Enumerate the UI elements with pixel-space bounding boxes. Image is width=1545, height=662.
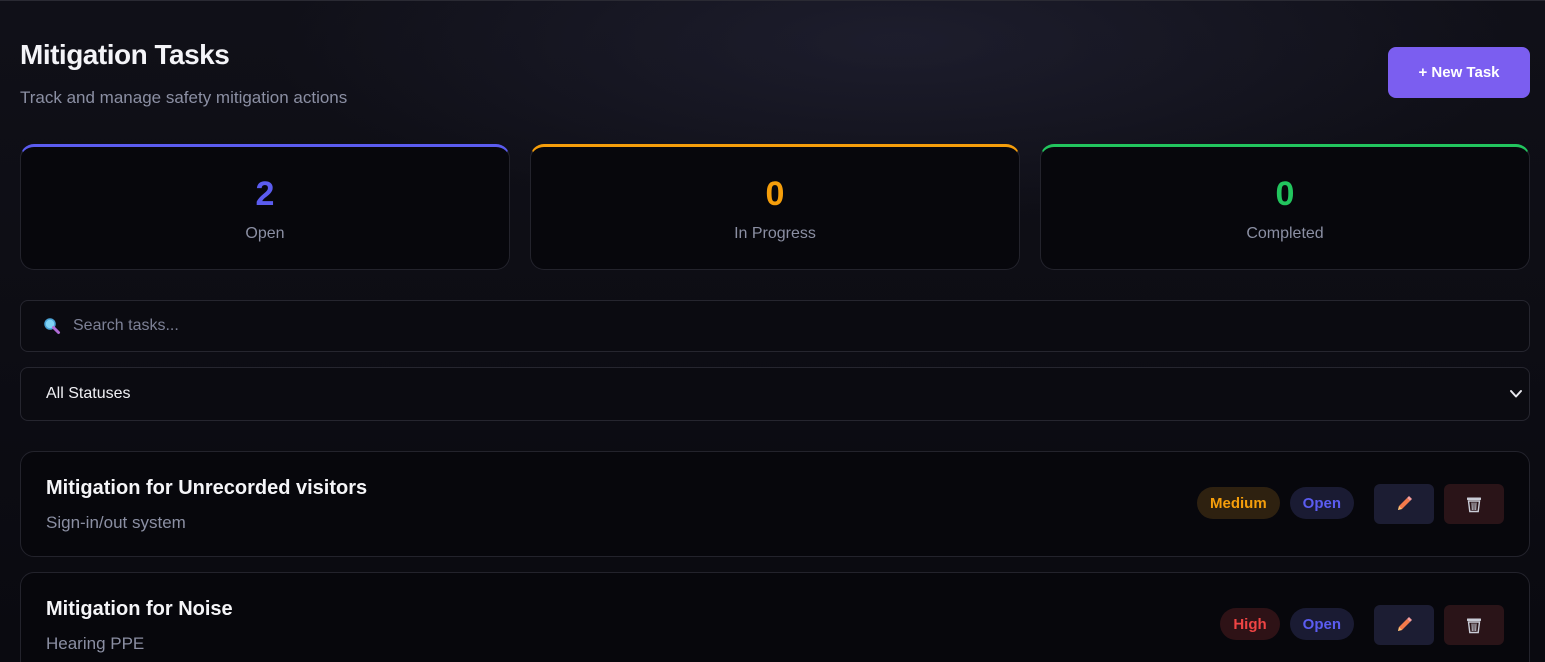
task-title: Mitigation for Unrecorded visitors bbox=[46, 477, 368, 499]
status-filter-value: All Statuses bbox=[46, 385, 131, 402]
chevron-down-icon bbox=[1510, 390, 1522, 398]
page-title: Mitigation Tasks bbox=[20, 39, 230, 70]
status-filter-select[interactable]: All Statuses bbox=[20, 367, 1530, 421]
task-actions bbox=[1374, 605, 1504, 645]
page-subtitle: Track and manage safety mitigation actio… bbox=[20, 88, 348, 107]
mitigation-tasks-page: Mitigation Tasks Track and manage safety… bbox=[20, 1, 1530, 662]
task-description: Sign-in/out system bbox=[46, 513, 186, 532]
task-title: Mitigation for Noise bbox=[46, 598, 233, 620]
page-header: Mitigation Tasks Track and manage safety… bbox=[20, 1, 1530, 143]
stat-completed-label: Completed bbox=[1246, 225, 1324, 242]
stat-completed-value: 0 bbox=[1275, 175, 1295, 213]
search-input[interactable] bbox=[73, 317, 1473, 335]
task-badges: Medium Open bbox=[1196, 487, 1354, 519]
pencil-icon bbox=[1398, 496, 1412, 510]
stat-open-value: 2 bbox=[255, 175, 275, 213]
task-badges: High Open bbox=[1220, 608, 1354, 640]
status-badge: Open bbox=[1289, 487, 1354, 519]
priority-badge: Medium bbox=[1196, 487, 1280, 519]
edit-task-button[interactable] bbox=[1374, 484, 1434, 524]
trash-icon bbox=[1467, 497, 1481, 513]
stat-in-progress-value: 0 bbox=[765, 175, 785, 213]
delete-task-button[interactable] bbox=[1444, 605, 1504, 645]
stat-card-in-progress: 0 In Progress bbox=[530, 144, 1020, 270]
task-card[interactable]: Mitigation for Unrecorded visitors Sign-… bbox=[20, 451, 1530, 557]
pencil-icon bbox=[1398, 617, 1412, 631]
delete-task-button[interactable] bbox=[1444, 484, 1504, 524]
new-task-button[interactable]: + New Task bbox=[1388, 47, 1530, 98]
status-badge: Open bbox=[1289, 608, 1354, 640]
stat-open-label: Open bbox=[245, 225, 285, 242]
trash-icon bbox=[1467, 618, 1481, 634]
task-description: Hearing PPE bbox=[46, 634, 145, 653]
stat-in-progress-label: In Progress bbox=[734, 225, 816, 242]
stats-row: 2 Open 0 In Progress 0 Completed bbox=[20, 144, 1530, 270]
priority-badge: High bbox=[1220, 608, 1280, 640]
stat-card-open: 2 Open bbox=[20, 144, 510, 270]
search-bar[interactable] bbox=[20, 300, 1530, 352]
task-actions bbox=[1374, 484, 1504, 524]
stat-card-completed: 0 Completed bbox=[1040, 144, 1530, 270]
task-card[interactable]: Mitigation for Noise Hearing PPE High Op… bbox=[20, 572, 1530, 662]
edit-task-button[interactable] bbox=[1374, 605, 1434, 645]
search-icon bbox=[44, 318, 60, 334]
